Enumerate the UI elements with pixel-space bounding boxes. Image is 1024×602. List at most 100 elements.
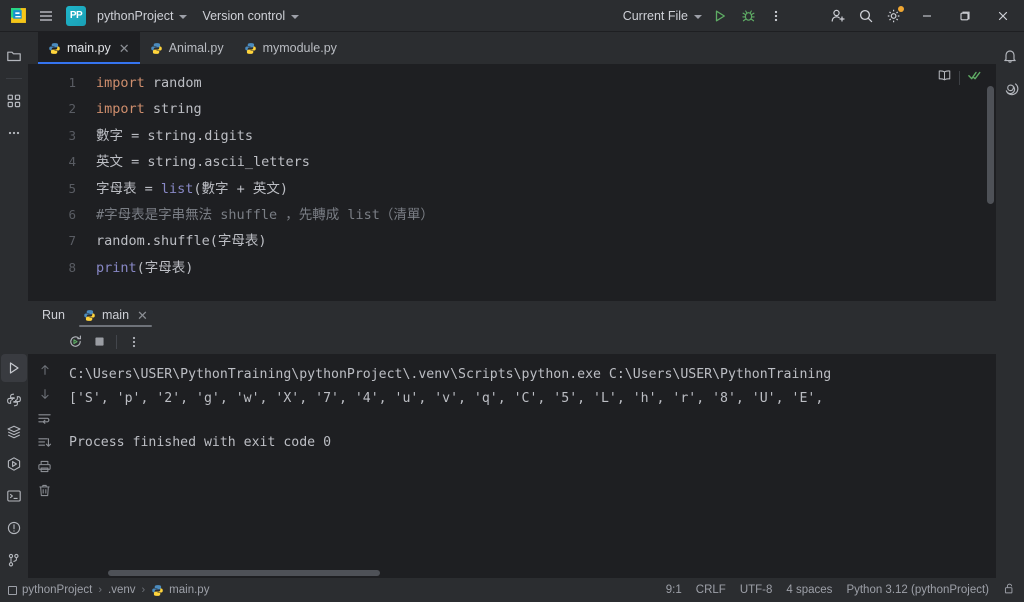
line-number: 2	[68, 101, 76, 117]
close-icon[interactable]: ✕	[119, 42, 130, 55]
version-control-dropdown[interactable]: Version control	[198, 6, 303, 26]
divider	[116, 334, 117, 349]
sidebar-item-version-control[interactable]	[1, 546, 27, 574]
console-gutter-toolbar	[28, 355, 61, 568]
code-token: string	[144, 101, 202, 118]
title-bar: PP pythonProject Version control Current…	[0, 0, 1024, 32]
breadcrumb-label: pythonProject	[22, 584, 93, 596]
code-line: #字母表是字串無法 shuffle ，先轉成 list（清單）	[86, 202, 984, 228]
more-options-icon[interactable]	[123, 331, 145, 353]
code-token: (字母表)	[136, 259, 194, 276]
sidebar-item-notifications[interactable]	[997, 42, 1023, 70]
right-tool-strip	[996, 32, 1024, 578]
run-icon[interactable]	[706, 2, 734, 30]
line-number: 6	[68, 206, 76, 222]
scroll-end-icon[interactable]	[34, 431, 56, 453]
code-line: import random	[86, 70, 984, 96]
sidebar-item-python-console[interactable]	[1, 386, 27, 414]
unlocked-icon[interactable]	[1003, 582, 1016, 598]
sidebar-item-services[interactable]	[1, 418, 27, 446]
hamburger-menu-icon[interactable]	[32, 2, 60, 30]
trash-icon[interactable]	[34, 479, 56, 501]
python-interpreter[interactable]: Python 3.12 (pythonProject)	[846, 584, 989, 596]
run-panel-header: Run main ✕	[28, 301, 996, 329]
code-line: 英文 = string.ascii_letters	[86, 149, 984, 175]
code-token: (數字 + 英文)	[193, 180, 289, 197]
tab-main-py[interactable]: main.py ✕	[38, 32, 140, 64]
code-token: 字母表 =	[96, 180, 161, 197]
python-file-icon	[84, 309, 95, 321]
project-square-icon	[8, 585, 17, 595]
reader-mode-icon[interactable]	[937, 68, 952, 88]
status-bar: pythonProject › .venv › main.py 9:1 CRLF…	[0, 578, 1024, 602]
inspections-ok-icon[interactable]	[967, 68, 982, 88]
chevron-down-icon	[291, 14, 300, 19]
line-number: 1	[68, 75, 76, 90]
python-file-icon	[152, 584, 163, 596]
tab-animal-py[interactable]: Animal.py	[140, 32, 234, 64]
console-output[interactable]: C:\Users\USER\PythonTraining\pythonProje…	[61, 355, 996, 568]
tab-label: Animal.py	[168, 41, 224, 55]
project-name-dropdown[interactable]: pythonProject	[93, 6, 191, 26]
breadcrumb-label: .venv	[108, 584, 136, 596]
indent-setting[interactable]: 4 spaces	[786, 584, 832, 596]
console-horizontal-scrollbar[interactable]	[28, 568, 996, 578]
status-bar-right: 9:1 CRLF UTF-8 4 spaces Python 3.12 (pyt…	[666, 582, 1016, 598]
editor-scrollbar[interactable]	[984, 64, 996, 300]
sidebar-item-more-tool-windows[interactable]	[1, 119, 27, 147]
sidebar-item-problems[interactable]	[1, 514, 27, 542]
sidebar-item-ai-assistant[interactable]	[997, 74, 1023, 102]
add-account-icon[interactable]	[824, 2, 852, 30]
scrollbar-thumb[interactable]	[108, 570, 380, 576]
console-exit-line: Process finished with exit code 0	[69, 435, 332, 450]
arrow-up-icon[interactable]	[34, 359, 56, 381]
console-command-line: C:\Users\USER\PythonTraining\pythonProje…	[69, 367, 832, 382]
rerun-icon[interactable]	[64, 331, 86, 353]
breadcrumb-item-venv[interactable]: .venv	[108, 584, 136, 596]
caret-position[interactable]: 9:1	[666, 584, 682, 596]
close-icon[interactable]	[984, 0, 1022, 32]
arrow-down-icon[interactable]	[34, 383, 56, 405]
run-panel-title: Run	[42, 308, 65, 322]
breadcrumb-item-file[interactable]: main.py	[151, 584, 209, 597]
code-line: 字母表 = list(數字 + 英文)	[86, 176, 984, 202]
minimize-icon[interactable]	[908, 0, 946, 32]
maximize-icon[interactable]	[946, 0, 984, 32]
pycharm-logo-icon[interactable]	[4, 2, 32, 30]
code-editor[interactable]: 1 2 3 4 5 6 7 8 import random import stri…	[28, 64, 996, 300]
line-number: 8	[68, 259, 76, 275]
line-number: 4	[68, 154, 76, 170]
scrollbar-thumb[interactable]	[987, 86, 994, 204]
sidebar-item-run[interactable]	[1, 354, 27, 382]
chevron-down-icon	[179, 14, 188, 19]
stop-icon[interactable]	[88, 331, 110, 353]
code-line: random.shuffle(字母表)	[86, 228, 984, 254]
sidebar-item-structure[interactable]	[1, 87, 27, 115]
code-token: print	[96, 259, 137, 276]
run-tab-label: main	[101, 308, 130, 322]
run-configuration-selector[interactable]: Current File	[619, 6, 706, 26]
line-separator[interactable]: CRLF	[696, 584, 726, 596]
file-encoding[interactable]: UTF-8	[740, 584, 773, 596]
python-file-icon	[49, 42, 60, 54]
search-icon[interactable]	[852, 2, 880, 30]
debug-icon[interactable]	[734, 2, 762, 30]
close-icon[interactable]: ✕	[137, 309, 148, 322]
more-options-icon[interactable]	[762, 2, 790, 30]
print-icon[interactable]	[34, 455, 56, 477]
run-tab-main[interactable]: main ✕	[78, 301, 152, 329]
code-token: random	[144, 75, 202, 91]
code-text-area[interactable]: import random import string 數字 = string.di…	[86, 64, 984, 300]
tab-mymodule-py[interactable]: mymodule.py	[234, 32, 347, 64]
console-row: C:\Users\USER\PythonTraining\pythonProje…	[28, 355, 996, 568]
project-name-label: pythonProject	[97, 8, 174, 23]
sidebar-item-project[interactable]	[1, 42, 27, 70]
sidebar-item-terminal[interactable]	[1, 482, 27, 510]
sidebar-item-python-packages[interactable]	[1, 450, 27, 478]
editor-top-right-icons	[937, 68, 982, 88]
soft-wrap-icon[interactable]	[34, 407, 56, 429]
gear-icon[interactable]	[880, 2, 908, 30]
breadcrumb-item-project[interactable]: pythonProject	[8, 584, 92, 596]
code-token: import	[96, 75, 145, 91]
